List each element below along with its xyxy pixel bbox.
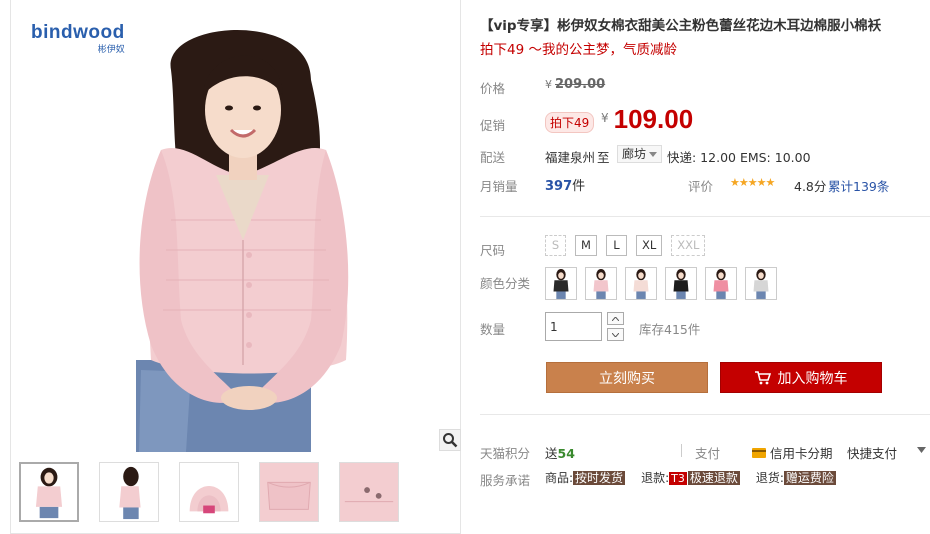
buy-now-button[interactable]: 立刻购买 [546, 362, 708, 393]
original-price-value: 209.00 [555, 77, 606, 92]
promo-label: 促销 [480, 118, 506, 133]
price-label: 价格 [480, 81, 506, 96]
quantity-label: 数量 [480, 322, 506, 337]
main-product-image[interactable]: bindwood 彬伊奴 [11, 0, 460, 452]
credit-card-icon [752, 447, 766, 458]
monthly-sales-label: 月销量 [480, 179, 518, 194]
chevron-down-icon [649, 151, 658, 157]
divider [480, 216, 930, 217]
rating-score: 4.8分 [794, 179, 827, 194]
color-options [545, 267, 777, 300]
stock-count: 库存415件 [639, 322, 701, 337]
zoom-button[interactable] [439, 429, 461, 451]
product-subtitle: 拍下49 ～我的公主梦，气质减龄 [480, 42, 677, 58]
promo-price: ¥109.00 [601, 104, 693, 135]
shipping-fee: 快递: 12.00 EMS: 10.00 [667, 150, 811, 165]
thumbnail-hood-detail[interactable] [179, 462, 239, 522]
promo-currency-symbol: ¥ [601, 111, 609, 125]
divider [480, 414, 930, 415]
thumbnail-side[interactable] [99, 462, 159, 522]
color-option-1[interactable] [545, 267, 577, 300]
original-price: ¥209.00 [545, 77, 605, 92]
tmall-points: 送54 [545, 443, 575, 462]
size-option-l[interactable]: L [605, 235, 627, 256]
color-option-2[interactable] [585, 267, 617, 300]
color-option-6[interactable] [745, 267, 777, 300]
size-option-xl[interactable]: XL [635, 235, 663, 256]
monthly-sales: 397件 [545, 175, 585, 194]
divider [681, 444, 682, 457]
promise-on-time-delivery[interactable]: 商品: 按时发货 [545, 469, 626, 486]
add-to-cart-button[interactable]: 加入购物车 [720, 362, 882, 393]
shipping-label: 配送 [480, 150, 506, 165]
review-count-link[interactable]: 累计139条 [828, 176, 889, 195]
brand-logo: bindwood 彬伊奴 [31, 22, 125, 54]
cart-icon [754, 370, 771, 384]
promise-shipping-insurance[interactable]: 退货: 赠运费险 [756, 469, 836, 486]
add-to-cart-label: 加入购物车 [777, 370, 848, 387]
rating-stars-icon: ★★★★★ [730, 176, 775, 189]
points-value: 54 [557, 446, 575, 461]
chevron-down-icon[interactable] [917, 447, 926, 453]
color-option-4[interactable] [665, 267, 697, 300]
color-label: 颜色分类 [480, 276, 531, 291]
color-option-5[interactable] [705, 267, 737, 300]
payment-label: 支付 [695, 446, 721, 461]
promise-fast-refund[interactable]: 退款: T3 极速退款 [641, 469, 740, 486]
monthly-sales-count: 397 [545, 179, 573, 194]
monthly-sales-unit: 件 [572, 179, 586, 194]
brand-logo-text: bindwood [31, 22, 125, 43]
service-promise-label: 服务承诺 [480, 473, 531, 488]
model-photo [11, 0, 460, 452]
service-promises: 商品: 按时发货 退款: T3 极速退款 退货: 赠运费险 [545, 469, 836, 486]
thumbnail-strip [19, 462, 399, 522]
ship-from-location: 福建泉州 [545, 150, 596, 165]
thumbnail-front[interactable] [19, 462, 79, 522]
quantity-decrease-button[interactable] [607, 328, 624, 341]
size-option-xxl[interactable]: XXL [671, 235, 706, 256]
promo-price-value: 109.00 [613, 104, 694, 134]
size-option-s[interactable]: S [545, 235, 566, 256]
size-label: 尺码 [480, 243, 506, 258]
chevron-up-icon [612, 316, 619, 321]
ship-to-word: 至 [597, 150, 610, 165]
color-option-3[interactable] [625, 267, 657, 300]
tmall-points-label: 天猫积分 [480, 446, 531, 461]
t3-badge: T3 [669, 472, 687, 485]
product-info-panel: 【vip专享】彬伊奴女棉衣甜美公主粉色蕾丝花边木耳边棉服小棉袄 拍下49 ～我的… [480, 0, 930, 534]
magnifier-icon [443, 433, 458, 448]
promo-tag: 拍下49 [545, 112, 595, 133]
chevron-down-icon [612, 332, 619, 337]
quantity-input[interactable] [545, 312, 602, 341]
currency-symbol: ¥ [545, 78, 552, 91]
points-prefix: 送 [545, 446, 558, 461]
quantity-increase-button[interactable] [607, 312, 624, 325]
destination-city-value: 廊坊 [622, 147, 647, 161]
buy-now-label: 立刻购买 [599, 370, 655, 387]
product-gallery: bindwood 彬伊奴 [10, 0, 461, 534]
credit-card-installment-label: 信用卡分期 [770, 446, 833, 461]
destination-city-select[interactable]: 廊坊 [617, 145, 663, 163]
brand-logo-subtext: 彬伊奴 [97, 44, 125, 54]
quick-pay-option[interactable]: 快捷支付 [847, 443, 897, 462]
credit-card-installment-option[interactable]: 信用卡分期 [752, 443, 833, 462]
thumbnail-button-detail[interactable] [339, 462, 399, 522]
size-option-m[interactable]: M [575, 235, 597, 256]
thumbnail-pocket-detail[interactable] [259, 462, 319, 522]
product-title: 【vip专享】彬伊奴女棉衣甜美公主粉色蕾丝花边木耳边棉服小棉袄 [480, 18, 882, 34]
size-options: S M L XL XXL [545, 235, 706, 256]
rating-label: 评价 [688, 179, 714, 194]
